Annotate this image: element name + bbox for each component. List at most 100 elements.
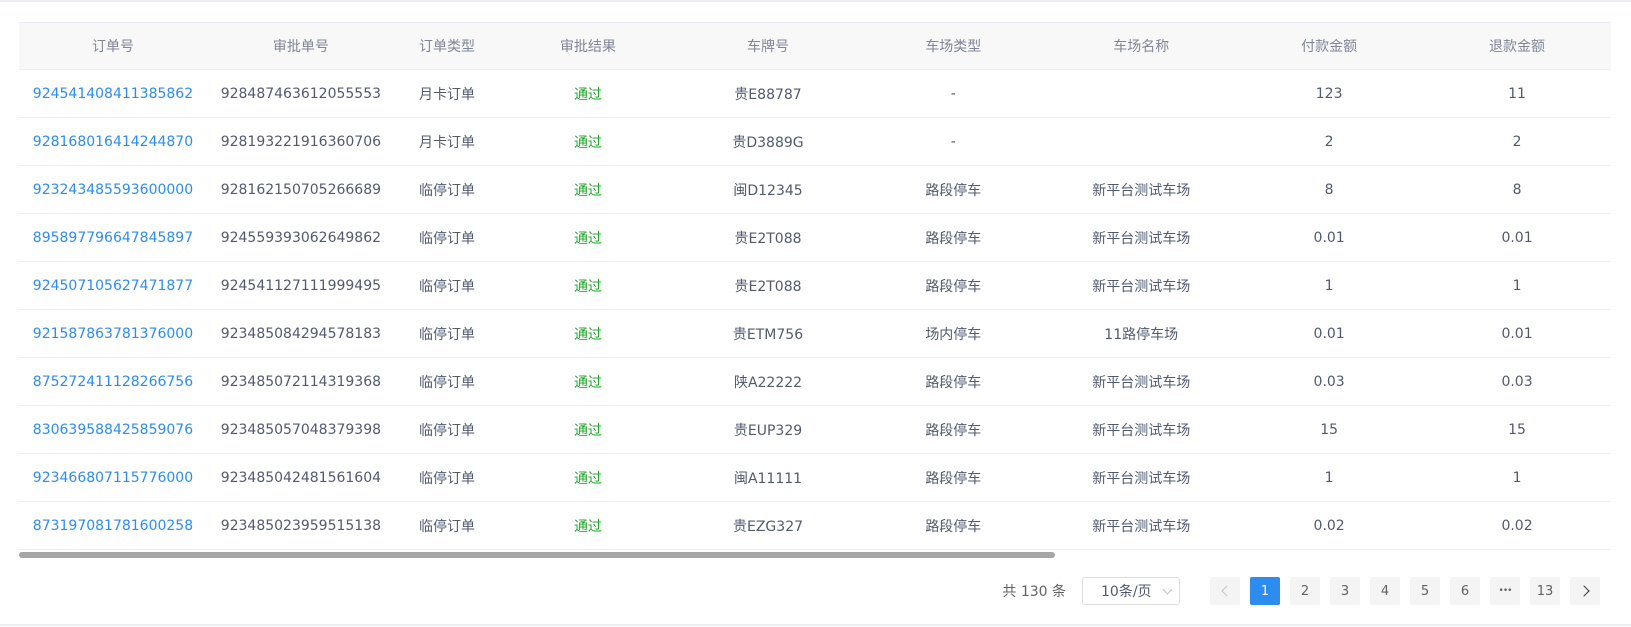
table-row: 928168016414244870 928193221916360706 月卡… — [19, 117, 1611, 166]
total-count: 共 130 条 — [1002, 584, 1066, 600]
table-row: 873197081781600258 923485023959515138 临停… — [19, 501, 1611, 550]
paid-amount: 2 — [1235, 117, 1424, 166]
order-number-link[interactable]: 923466807115776000 — [19, 453, 207, 502]
order-type: 临停订单 — [394, 213, 500, 262]
col-header-approval-result: 审批结果 — [499, 23, 677, 70]
approval-result: 通过 — [499, 69, 677, 118]
approval-result: 通过 — [499, 501, 677, 550]
table-row: 921587863781376000 923485084294578183 临停… — [19, 309, 1611, 358]
approval-result: 通过 — [499, 117, 677, 166]
order-number-link[interactable]: 928168016414244870 — [19, 117, 207, 166]
approval-result: 通过 — [499, 405, 677, 454]
order-number-link[interactable]: 895897796647845897 — [19, 213, 207, 262]
more-pages-button[interactable]: ••• — [1490, 577, 1520, 605]
order-number-link[interactable]: 924507105627471877 — [19, 261, 207, 310]
page-button-6[interactable]: 6 — [1450, 577, 1480, 605]
plate-number: 闽D12345 — [676, 165, 860, 214]
order-number-link[interactable]: 830639588425859076 — [19, 405, 207, 454]
orders-table: 订单号 审批单号 订单类型 审批结果 车牌号 车场类型 车场名称 付款金额 退款… — [19, 22, 1611, 550]
approval-result: 通过 — [499, 213, 677, 262]
page-size-select[interactable]: 10条/页 — [1082, 577, 1180, 605]
lot-name — [1047, 69, 1236, 118]
order-number-link[interactable]: 873197081781600258 — [19, 501, 207, 550]
top-divider — [0, 0, 1631, 2]
page-button-2[interactable]: 2 — [1290, 577, 1320, 605]
plate-number: 贵ETM756 — [676, 309, 860, 358]
paid-amount: 8 — [1235, 165, 1424, 214]
refund-amount: 1 — [1423, 261, 1611, 310]
order-number-link[interactable]: 924541408411385862 — [19, 69, 207, 118]
approval-result: 通过 — [499, 261, 677, 310]
page-button-3[interactable]: 3 — [1330, 577, 1360, 605]
plate-number: 贵E88787 — [676, 69, 860, 118]
plate-number: 贵EZG327 — [676, 501, 860, 550]
approval-result-text: 通过 — [573, 86, 602, 103]
lot-name: 新平台测试车场 — [1047, 501, 1236, 550]
lot-name — [1047, 117, 1236, 166]
order-number-link[interactable]: 921587863781376000 — [19, 309, 207, 358]
approval-number: 928193221916360706 — [206, 117, 395, 166]
approval-number: 923485072114319368 — [206, 357, 395, 406]
horizontal-scrollbar[interactable] — [19, 551, 1611, 559]
lot-type: 路段停车 — [859, 357, 1048, 406]
paid-amount: 0.03 — [1235, 357, 1424, 406]
lot-name: 11路停车场 — [1047, 309, 1236, 358]
approval-number: 924541127111999495 — [206, 261, 395, 310]
approval-result-text: 通过 — [573, 182, 602, 199]
approval-result: 通过 — [499, 165, 677, 214]
lot-type: 路段停车 — [859, 165, 1048, 214]
col-header-order-no: 订单号 — [19, 23, 207, 70]
horizontal-scrollbar-thumb[interactable] — [19, 552, 1055, 558]
lot-type: - — [859, 117, 1048, 166]
lot-name: 新平台测试车场 — [1047, 405, 1236, 454]
approval-result-text: 通过 — [573, 518, 602, 535]
paid-amount: 0.02 — [1235, 501, 1424, 550]
approval-result-text: 通过 — [573, 470, 602, 487]
chevron-right-icon — [1577, 585, 1590, 597]
order-type: 临停订单 — [394, 501, 500, 550]
chevron-left-icon — [1220, 585, 1233, 597]
order-number-link[interactable]: 923243485593600000 — [19, 165, 207, 214]
next-page-button[interactable] — [1570, 577, 1600, 605]
approval-number: 923485084294578183 — [206, 309, 395, 358]
plate-number: 贵E2T088 — [676, 213, 860, 262]
bottom-divider — [0, 624, 1631, 626]
approval-number: 923485057048379398 — [206, 405, 395, 454]
col-header-lot-name: 车场名称 — [1047, 23, 1236, 70]
refund-amount: 0.02 — [1423, 501, 1611, 550]
lot-type: 路段停车 — [859, 213, 1048, 262]
refund-amount: 1 — [1423, 453, 1611, 502]
table-row: 923243485593600000 928162150705266689 临停… — [19, 165, 1611, 214]
refund-amount: 0.01 — [1423, 213, 1611, 262]
plate-number: 陕A22222 — [676, 357, 860, 406]
page-button-4[interactable]: 4 — [1370, 577, 1400, 605]
table-header-row: 订单号 审批单号 订单类型 审批结果 车牌号 车场类型 车场名称 付款金额 退款… — [19, 23, 1611, 70]
lot-name: 新平台测试车场 — [1047, 213, 1236, 262]
refund-amount: 2 — [1423, 117, 1611, 166]
lot-name: 新平台测试车场 — [1047, 453, 1236, 502]
approval-result-text: 通过 — [573, 374, 602, 391]
lot-type: 路段停车 — [859, 453, 1048, 502]
page-button-5[interactable]: 5 — [1410, 577, 1440, 605]
lot-type: 路段停车 — [859, 261, 1048, 310]
refund-amount: 8 — [1423, 165, 1611, 214]
approval-result-text: 通过 — [573, 134, 602, 151]
approval-result: 通过 — [499, 357, 677, 406]
paid-amount: 1 — [1235, 453, 1424, 502]
pagination: 共 130 条 10条/页 1 2 3 4 5 6 ••• 13 — [1002, 576, 1600, 606]
lot-type: 场内停车 — [859, 309, 1048, 358]
order-type: 临停订单 — [394, 405, 500, 454]
page-button-1[interactable]: 1 — [1250, 577, 1280, 605]
order-number-link[interactable]: 875272411128266756 — [19, 357, 207, 406]
prev-page-button[interactable] — [1210, 577, 1240, 605]
table-row: 895897796647845897 924559393062649862 临停… — [19, 213, 1611, 262]
col-header-paid-amount: 付款金额 — [1235, 23, 1424, 70]
page-button-last[interactable]: 13 — [1530, 577, 1560, 605]
approval-number: 928487463612055553 — [206, 69, 395, 118]
order-type: 临停订单 — [394, 357, 500, 406]
order-type: 月卡订单 — [394, 69, 500, 118]
lot-name: 新平台测试车场 — [1047, 165, 1236, 214]
lot-name: 新平台测试车场 — [1047, 261, 1236, 310]
col-header-plate: 车牌号 — [676, 23, 860, 70]
chevron-down-icon — [1162, 584, 1173, 594]
